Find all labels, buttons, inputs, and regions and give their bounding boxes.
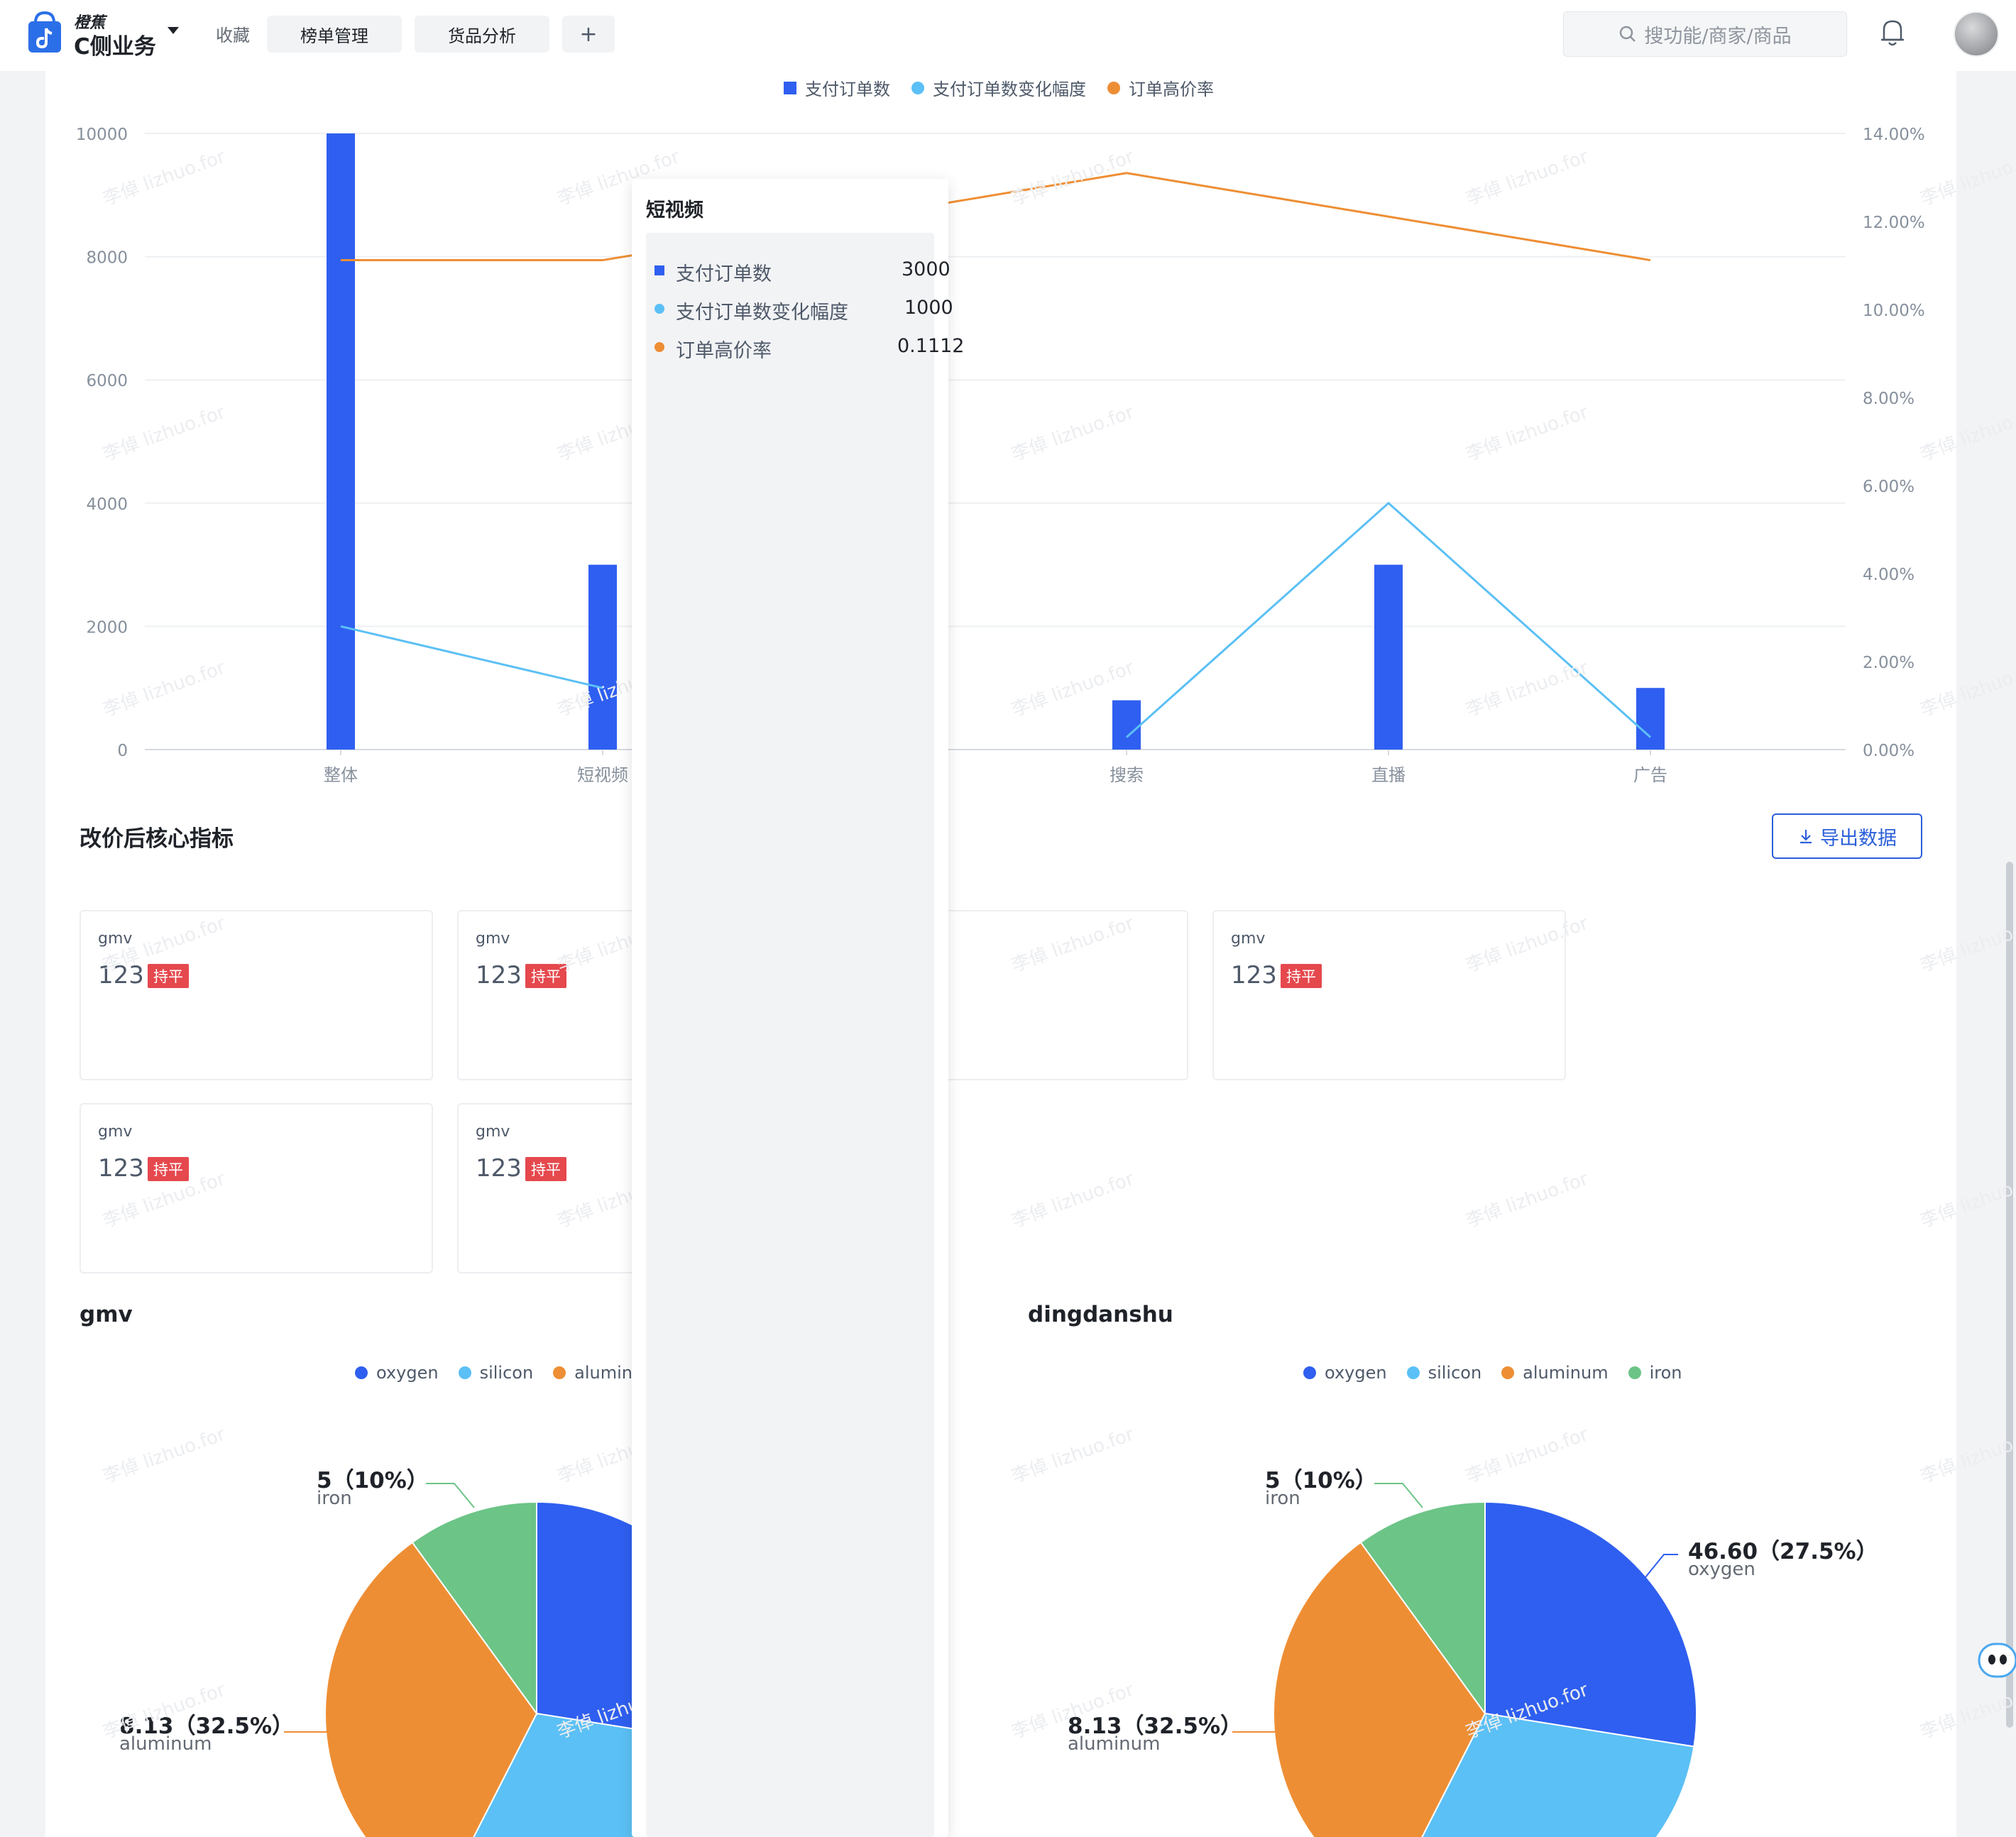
tooltip-series-name: 支付订单数 <box>676 263 772 285</box>
tooltip-series-value: 0.1112 <box>897 335 965 357</box>
tooltip-series-name: 订单高价率 <box>676 340 772 362</box>
pie-label-iron-name: iron <box>1265 1488 1300 1509</box>
tooltip-row-high-price-rate: 订单高价率 0.1112 <box>654 332 964 362</box>
pie-leader-line <box>1645 1554 1678 1578</box>
tooltip-series-name: 支付订单数变化幅度 <box>676 302 848 324</box>
assistant-bot-icon[interactable] <box>1976 1640 2016 1681</box>
chart-tooltip: 短视频 支付订单数 3000 支付订单数变化幅度 1000 订单高价率 0.11… <box>632 179 964 1837</box>
tooltip-body <box>646 233 934 1837</box>
pie-label-aluminum-name: aluminum <box>1068 1733 1161 1755</box>
square-marker <box>654 265 664 275</box>
pie-label-aluminum-name: aluminum <box>119 1733 212 1755</box>
circle-marker <box>654 304 664 314</box>
tooltip-row-orders-change: 支付订单数变化幅度 1000 <box>654 294 953 324</box>
tooltip-row-orders: 支付订单数 3000 <box>654 256 951 285</box>
pie-label-oxygen-name: oxygen <box>1688 1559 1755 1580</box>
pie-leader-line <box>1374 1483 1423 1508</box>
pie-leader-line <box>426 1483 475 1508</box>
tooltip-title: 短视频 <box>646 199 703 221</box>
circle-marker <box>654 342 664 352</box>
tooltip-series-value: 3000 <box>902 258 951 280</box>
pie-slice <box>1484 1501 1697 1748</box>
tooltip-series-value: 1000 <box>904 297 953 319</box>
pie-label-iron-name: iron <box>317 1488 352 1509</box>
